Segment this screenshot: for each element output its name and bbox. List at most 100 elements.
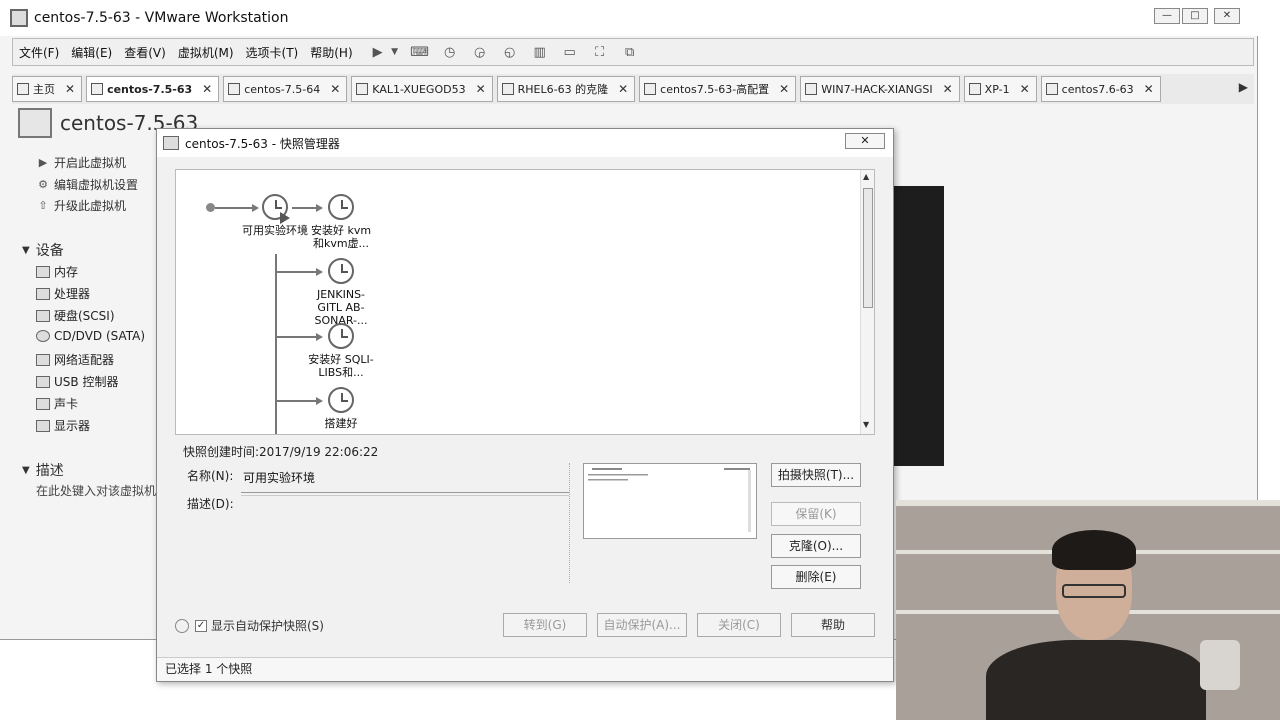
upgrade-vm-link[interactable]: ⇧ 升级此虚拟机 — [36, 197, 126, 214]
tab-label: WIN7-HACK-XIANGSI — [821, 82, 933, 96]
menu-view[interactable]: 查看(V) — [118, 44, 172, 61]
dialog-close-button[interactable]: ✕ — [845, 133, 885, 149]
action-label: 编辑虚拟机设置 — [54, 178, 139, 192]
close-icon[interactable]: ✕ — [1020, 82, 1030, 96]
tab-centos7-6-63[interactable]: centos7.6-63 ✕ — [1040, 76, 1161, 102]
goto-button[interactable]: 转到(G) — [503, 613, 587, 637]
scrollbar-thumb[interactable] — [863, 188, 873, 308]
tab-label: centos7.6-63 — [1061, 82, 1134, 96]
take-snapshot-button[interactable]: 拍摄快照(T)... — [771, 463, 861, 487]
presenter-body — [986, 640, 1206, 720]
chevron-down-icon[interactable]: ▼ — [389, 42, 401, 62]
snapshot-tree[interactable]: 可用实验环境 安装好 kvm 和kvm虚... JENKINS-GITL AB-… — [175, 169, 875, 435]
snapshot-manager-icon — [163, 136, 179, 150]
menu-tabs[interactable]: 选项卡(T) — [240, 44, 305, 61]
snapshot-node[interactable]: 搭建好 — [306, 387, 376, 430]
device-memory[interactable]: 内存 — [36, 263, 78, 280]
close-button[interactable]: 关闭(C) — [697, 613, 781, 637]
snapshot-name-field[interactable] — [241, 463, 569, 493]
vmware-app-icon — [10, 9, 28, 27]
dialog-titlebar: centos-7.5-63 - 快照管理器 — [157, 129, 893, 157]
close-icon[interactable]: ✕ — [202, 82, 212, 96]
delete-button[interactable]: 删除(E) — [771, 565, 861, 589]
vm-icon — [228, 83, 241, 95]
name-label: 名称(N): — [187, 469, 234, 483]
device-processor[interactable]: 处理器 — [36, 285, 90, 302]
power-on-icon[interactable]: ▶ — [367, 42, 389, 62]
tree-branch-line — [275, 254, 277, 434]
description-hint[interactable]: 在此处键入对该虚拟机 — [36, 482, 158, 499]
edit-vm-settings-link[interactable]: ⚙ 编辑虚拟机设置 — [36, 176, 138, 193]
menu-edit[interactable]: 编辑(E) — [65, 44, 118, 61]
snapshot-node-selected[interactable]: 可用实验环境 — [240, 194, 310, 237]
device-sound[interactable]: 声卡 — [36, 395, 78, 412]
tab-xp-1[interactable]: XP-1 ✕ — [963, 76, 1037, 102]
device-network[interactable]: 网络适配器 — [36, 351, 114, 368]
snapshot-node[interactable]: 安装好 kvm 和kvm虚... — [306, 194, 376, 250]
snapshot-manager-icon[interactable]: ◵ — [499, 42, 521, 62]
collapse-triangle-icon: ▼ — [22, 464, 30, 476]
menu-file[interactable]: 文件(F) — [13, 44, 65, 61]
snapshot-description-field[interactable] — [241, 495, 569, 581]
scroll-down-icon[interactable]: ▼ — [863, 420, 869, 429]
show-thumbnail-icon[interactable]: ▭ — [559, 42, 581, 62]
tab-centos7-5-63-high[interactable]: centos7.5-63-高配置 ✕ — [639, 76, 797, 102]
clone-button[interactable]: 克隆(O)... — [771, 534, 861, 558]
menu-vm[interactable]: 虚拟机(M) — [172, 44, 240, 61]
auto-protect-label[interactable]: 显示自动保护快照(S) — [211, 617, 324, 634]
fullscreen-icon[interactable]: ⛶ — [589, 42, 611, 62]
snapshot-node[interactable]: JENKINS-GITL AB-SONAR-... — [306, 258, 376, 327]
device-display[interactable]: 显示器 — [36, 417, 90, 434]
close-icon[interactable]: ✕ — [65, 82, 75, 96]
close-icon[interactable]: ✕ — [1144, 82, 1154, 96]
tab-scroll-right-icon[interactable]: ▶ — [1239, 80, 1248, 94]
close-icon[interactable]: ✕ — [618, 82, 628, 96]
snapshot-revert-icon[interactable]: ◶ — [469, 42, 491, 62]
home-icon — [17, 83, 29, 95]
scroll-up-icon[interactable]: ▲ — [863, 172, 869, 181]
power-on-vm-link[interactable]: ▶ 开启此虚拟机 — [36, 154, 126, 171]
vm-icon — [805, 83, 818, 95]
tab-label: 主页 — [33, 83, 55, 96]
description-section-header[interactable]: ▼ 描述 — [22, 460, 64, 480]
device-usb[interactable]: USB 控制器 — [36, 373, 118, 390]
close-icon[interactable]: ✕ — [779, 82, 789, 96]
autoprotect-button[interactable]: 自动保护(A)... — [597, 613, 687, 637]
tab-centos-7-5-63[interactable]: centos-7.5-63 ✕ — [86, 76, 220, 102]
window-title: centos-7.5-63 - VMware Workstation — [34, 10, 289, 26]
snapshot-node[interactable]: 安装好 SQLI-LIBS和... — [306, 323, 376, 379]
presenter-hair — [1052, 530, 1136, 570]
tab-home[interactable]: 主页 ✕ — [12, 76, 83, 102]
tree-scrollbar[interactable]: ▲ ▼ — [860, 170, 874, 434]
thumbnail-screen-lines — [588, 468, 751, 532]
snapshot-take-icon[interactable]: ◷ — [439, 42, 461, 62]
close-icon[interactable]: ✕ — [330, 82, 340, 96]
auto-protect-checkbox[interactable]: ✓ — [195, 619, 207, 632]
vm-icon — [968, 83, 981, 95]
unity-icon[interactable]: ⧉ — [619, 42, 641, 62]
close-icon[interactable]: ✕ — [476, 82, 486, 96]
device-harddisk[interactable]: 硬盘(SCSI) — [36, 307, 115, 324]
tab-centos-7-5-64[interactable]: centos-7.5-64 ✕ — [223, 76, 348, 102]
vm-icon — [501, 83, 514, 95]
close-window-button[interactable]: ✕ — [1214, 8, 1240, 24]
devices-section-header[interactable]: ▼ 设备 — [22, 240, 64, 260]
tab-kali-xuegod53[interactable]: KAL1-XUEGOD53 ✕ — [351, 76, 493, 102]
keep-button[interactable]: 保留(K) — [771, 502, 861, 526]
device-label: USB 控制器 — [54, 375, 119, 389]
device-label: 内存 — [54, 265, 79, 279]
help-button[interactable]: 帮助 — [791, 613, 875, 637]
maximize-button[interactable]: □ — [1182, 8, 1208, 24]
menubar: 文件(F) 编辑(E) 查看(V) 虚拟机(M) 选项卡(T) 帮助(H) ▶ … — [12, 38, 1254, 66]
device-cdrom[interactable]: CD/DVD (SATA) — [36, 329, 145, 343]
tab-win7-hack[interactable]: WIN7-HACK-XIANGSI ✕ — [800, 76, 960, 102]
close-icon[interactable]: ✕ — [943, 82, 953, 96]
tab-label: KAL1-XUEGOD53 — [372, 82, 466, 96]
tab-rhel6-63-clone[interactable]: RHEL6-63 的克隆 ✕ — [496, 76, 636, 102]
show-library-icon[interactable]: ▥ — [529, 42, 551, 62]
menu-help[interactable]: 帮助(H) — [304, 44, 358, 61]
send-keys-icon[interactable]: ⌨ — [409, 42, 431, 62]
section-title: 描述 — [35, 463, 64, 479]
cd-icon — [36, 330, 50, 342]
minimize-button[interactable]: — — [1154, 8, 1180, 24]
